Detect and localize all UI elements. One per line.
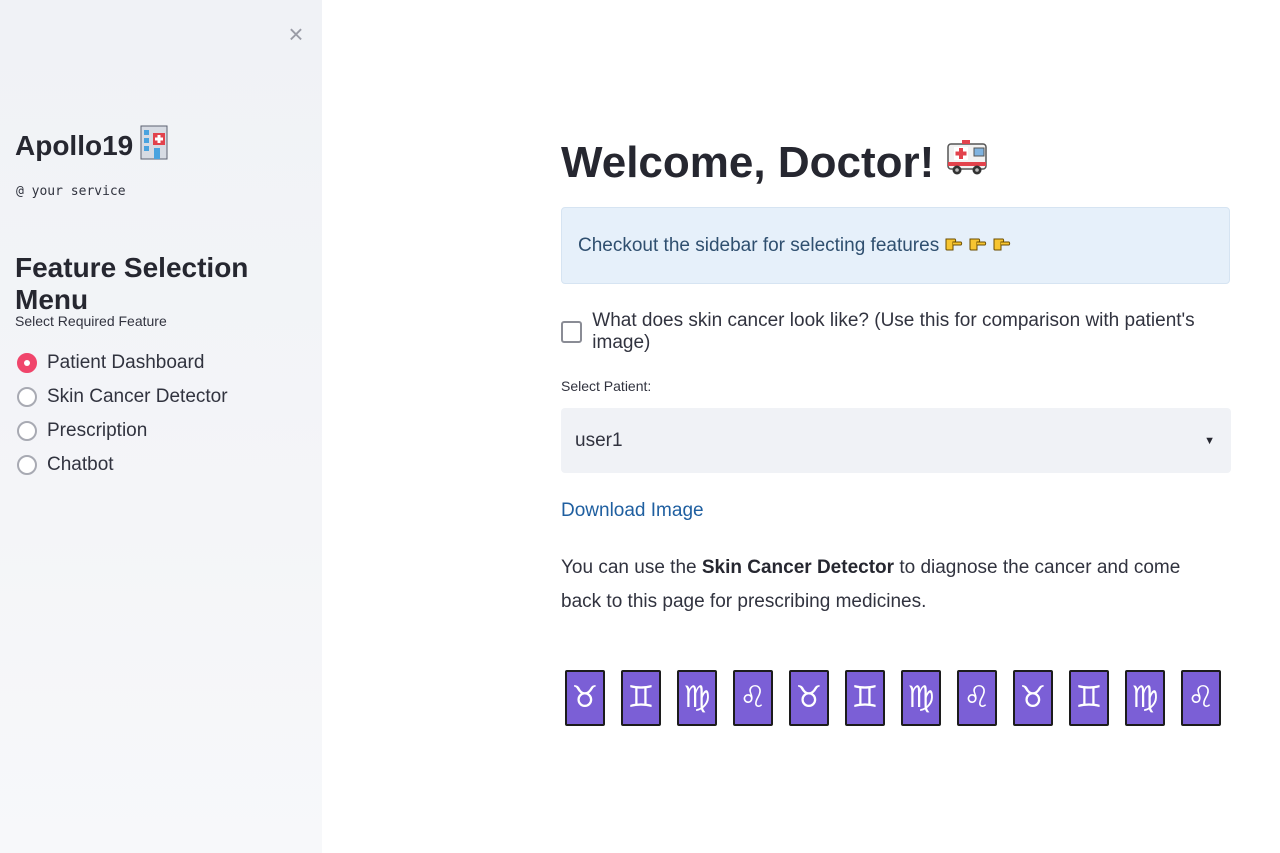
ambulance-icon [946,135,990,190]
radio-option-chatbot[interactable]: Chatbot [17,448,228,482]
info-alert-text: Checkout the sidebar for selecting featu… [578,234,940,256]
radio-indicator [17,421,37,441]
para-bold-feature: Skin Cancer Detector [701,557,895,578]
skin-cancer-example-checkbox[interactable]: What does skin cancer look like? (Use th… [561,310,1232,354]
radio-option-skin-cancer-detector[interactable]: Skin Cancer Detector [17,380,228,414]
virgo-icon: ♍ [901,670,941,726]
taurus-icon: ♉ [1013,670,1053,726]
sidebar: × Apollo19 @ your service Feature Select… [0,0,322,853]
close-sidebar-button[interactable]: × [285,21,307,47]
taurus-icon: ♉ [565,670,605,726]
pointing-hand-icon [969,234,989,258]
radio-option-label: Chatbot [47,454,114,475]
radio-indicator [17,455,37,475]
download-image-link[interactable]: Download Image [561,500,704,522]
checkbox-label: What does skin cancer look like? (Use th… [592,310,1195,353]
pointing-hands [945,234,1013,258]
menu-title: Feature Selection Menu [15,252,249,315]
page-title: Welcome, Doctor! [561,135,990,190]
checkbox-input[interactable] [561,321,583,343]
feature-radio-group: Patient Dashboard Skin Cancer Detector P… [17,346,228,482]
page-title-text: Welcome, Doctor! [561,137,935,187]
tagline: @ your service [16,184,126,199]
pointing-hand-icon [945,234,965,258]
virgo-icon: ♍ [677,670,717,726]
para-text-before: You can use the [561,557,702,578]
brand-name: Apollo19 [15,129,134,161]
leo-icon: ♌ [957,670,997,726]
caret-down-icon: ▼ [1204,434,1215,447]
pointing-hand-icon [993,234,1013,258]
radio-option-label: Patient Dashboard [47,352,205,373]
radio-option-patient-dashboard[interactable]: Patient Dashboard [17,346,228,380]
taurus-icon: ♉ [789,670,829,726]
hospital-icon [140,124,168,167]
radio-option-prescription[interactable]: Prescription [17,414,228,448]
patient-select-label: Select Patient: [561,378,652,394]
radio-indicator [17,387,37,407]
radio-option-label: Prescription [47,420,148,441]
radio-selected-indicator [17,353,37,373]
patient-select-value: user1 [575,429,623,451]
brand: Apollo19 [15,124,168,167]
zodiac-icon-row: ♉ ♊ ♍ ♌ ♉ ♊ ♍ ♌ ♉ ♊ ♍ ♌ [565,670,1221,726]
gemini-icon: ♊ [845,670,885,726]
info-alert: Checkout the sidebar for selecting featu… [561,207,1230,284]
radio-group-label: Select Required Feature [15,313,167,329]
instruction-paragraph: You can use the Skin Cancer Detector to … [561,551,1221,619]
gemini-icon: ♊ [621,670,661,726]
patient-select[interactable]: user1 ▼ [561,408,1231,473]
virgo-icon: ♍ [1125,670,1165,726]
gemini-icon: ♊ [1069,670,1109,726]
leo-icon: ♌ [733,670,773,726]
leo-icon: ♌ [1181,670,1221,726]
radio-option-label: Skin Cancer Detector [47,386,228,407]
